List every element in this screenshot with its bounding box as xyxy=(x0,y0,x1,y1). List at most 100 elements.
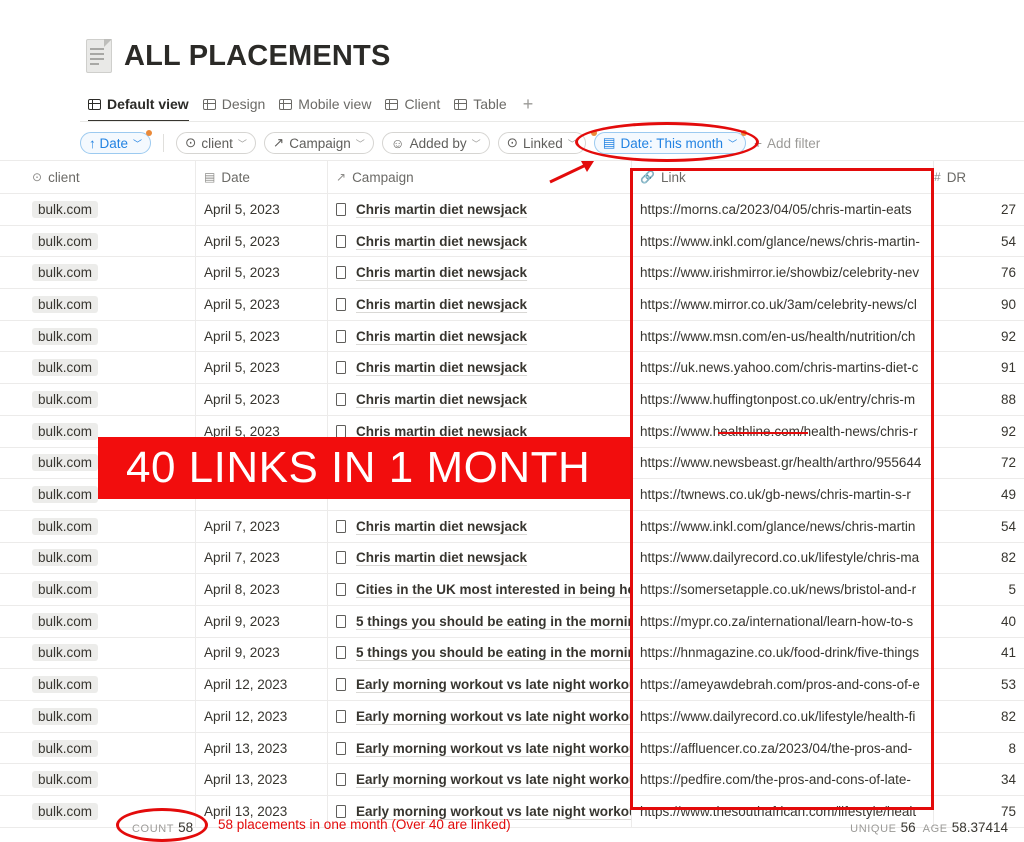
campaign-link[interactable]: Chris martin diet newsjack xyxy=(356,329,527,344)
tab-table[interactable]: Table xyxy=(454,91,507,117)
column-header-date[interactable]: ▤ Date xyxy=(196,161,328,193)
campaign-link[interactable]: 5 things you should be eating in the mor… xyxy=(356,645,631,660)
campaign-link[interactable]: 5 things you should be eating in the mor… xyxy=(356,614,631,629)
client-cell[interactable]: bulk.com xyxy=(0,764,196,796)
client-cell[interactable]: bulk.com xyxy=(0,384,196,415)
campaign-cell[interactable]: Early morning workout vs late night work… xyxy=(328,701,632,732)
client-cell[interactable]: bulk.com xyxy=(0,194,196,225)
client-cell[interactable]: bulk.com xyxy=(0,289,196,320)
date-cell[interactable]: April 5, 2023 xyxy=(196,257,328,289)
tab-design[interactable]: Design xyxy=(202,91,265,117)
campaign-link[interactable]: Chris martin diet newsjack xyxy=(356,234,527,249)
campaign-cell[interactable]: 5 things you should be eating in the mor… xyxy=(328,637,632,669)
date-cell[interactable]: April 12, 2023 xyxy=(196,701,328,732)
date-cell[interactable]: April 8, 2023 xyxy=(196,574,328,605)
date-cell[interactable]: April 5, 2023 xyxy=(196,384,328,415)
client-cell[interactable]: bulk.com xyxy=(0,669,196,700)
tab-client[interactable]: Client xyxy=(385,91,440,117)
campaign-link[interactable]: Chris martin diet newsjack xyxy=(356,202,527,217)
campaign-link[interactable]: Chris martin diet newsjack xyxy=(356,297,527,312)
campaign-cell[interactable]: Chris martin diet newsjack xyxy=(328,320,632,352)
tab-default-view[interactable]: Default view xyxy=(88,91,189,122)
dr-cell[interactable]: 53 xyxy=(934,669,1024,700)
column-header-dr[interactable]: # DR xyxy=(934,161,1024,193)
campaign-cell[interactable]: Chris martin diet newsjack xyxy=(328,384,632,415)
dr-cell[interactable]: 5 xyxy=(934,574,1024,605)
tab-mobile-view[interactable]: Mobile view xyxy=(279,91,371,117)
date-cell[interactable]: April 7, 2023 xyxy=(196,542,328,574)
campaign-link[interactable]: Early morning workout vs late night work… xyxy=(356,709,631,724)
client-cell[interactable]: bulk.com xyxy=(0,352,196,384)
dr-cell[interactable]: 88 xyxy=(934,384,1024,415)
dr-cell[interactable]: 34 xyxy=(934,764,1024,795)
date-cell[interactable]: April 13, 2023 xyxy=(196,764,328,796)
client-cell[interactable]: bulk.com xyxy=(0,257,196,289)
dr-cell[interactable]: 82 xyxy=(934,543,1024,574)
campaign-link[interactable]: Chris martin diet newsjack xyxy=(356,550,527,565)
dr-cell[interactable]: 92 xyxy=(934,321,1024,352)
client-cell[interactable]: bulk.com xyxy=(0,510,196,542)
campaign-link[interactable]: Early morning workout vs late night work… xyxy=(356,772,631,787)
dr-cell[interactable]: 41 xyxy=(934,638,1024,669)
date-cell[interactable]: April 13, 2023 xyxy=(196,732,328,764)
add-view-button[interactable]: + xyxy=(523,94,534,115)
client-cell[interactable]: bulk.com xyxy=(0,637,196,669)
date-cell[interactable]: April 9, 2023 xyxy=(196,637,328,669)
client-cell[interactable]: bulk.com xyxy=(0,701,196,732)
dr-cell[interactable]: 40 xyxy=(934,606,1024,637)
count-summary[interactable]: COUNT 58 xyxy=(132,820,193,835)
date-cell[interactable]: April 5, 2023 xyxy=(196,320,328,352)
campaign-cell[interactable]: Chris martin diet newsjack xyxy=(328,257,632,289)
filter-client-chip[interactable]: ⊙ client ﹀ xyxy=(176,132,256,154)
date-cell[interactable]: April 5, 2023 xyxy=(196,352,328,384)
column-header-client[interactable]: ⊙ client xyxy=(0,161,196,193)
dr-cell[interactable]: 54 xyxy=(934,226,1024,257)
client-cell[interactable]: bulk.com xyxy=(0,574,196,605)
dr-cell[interactable]: 90 xyxy=(934,289,1024,320)
client-cell[interactable]: bulk.com xyxy=(0,542,196,574)
campaign-cell[interactable]: Chris martin diet newsjack xyxy=(328,194,632,225)
campaign-cell[interactable]: Chris martin diet newsjack xyxy=(328,352,632,384)
campaign-cell[interactable]: Early morning workout vs late night work… xyxy=(328,764,632,796)
date-cell[interactable]: April 9, 2023 xyxy=(196,605,328,637)
campaign-cell[interactable]: Early morning workout vs late night work… xyxy=(328,732,632,764)
campaign-cell[interactable]: Chris martin diet newsjack xyxy=(328,289,632,320)
campaign-link[interactable]: Chris martin diet newsjack xyxy=(356,265,527,280)
campaign-cell[interactable]: Early morning workout vs late night work… xyxy=(328,669,632,700)
date-cell[interactable]: April 5, 2023 xyxy=(196,289,328,320)
campaign-cell[interactable]: Chris martin diet newsjack xyxy=(328,225,632,257)
filter-added-by-chip[interactable]: ☺ Added by ﹀ xyxy=(381,132,490,154)
campaign-cell[interactable]: 5 things you should be eating in the mor… xyxy=(328,605,632,637)
dr-cell[interactable]: 49 xyxy=(934,479,1024,510)
client-cell[interactable]: bulk.com xyxy=(0,605,196,637)
date-cell[interactable]: April 5, 2023 xyxy=(196,194,328,225)
dr-cell[interactable]: 54 xyxy=(934,511,1024,542)
filter-linked-chip[interactable]: ⊙ Linked ﹀ xyxy=(497,132,586,154)
dr-cell[interactable]: 92 xyxy=(934,416,1024,447)
date-cell[interactable]: April 7, 2023 xyxy=(196,510,328,542)
campaign-link[interactable]: Chris martin diet newsjack xyxy=(356,519,527,534)
date-cell[interactable]: April 12, 2023 xyxy=(196,669,328,700)
campaign-link[interactable]: Chris martin diet newsjack xyxy=(356,360,527,375)
dr-cell[interactable]: 8 xyxy=(934,733,1024,764)
campaign-link[interactable]: Cities in the UK most interested in bein… xyxy=(356,582,631,597)
campaign-cell[interactable]: Chris martin diet newsjack xyxy=(328,542,632,574)
add-filter-button[interactable]: + Add filter xyxy=(754,136,820,151)
dr-cell[interactable]: 72 xyxy=(934,448,1024,479)
dr-cell[interactable]: 91 xyxy=(934,352,1024,383)
page-title[interactable]: ALL PLACEMENTS xyxy=(124,40,391,73)
dr-cell[interactable]: 82 xyxy=(934,701,1024,732)
client-cell[interactable]: bulk.com xyxy=(0,225,196,257)
campaign-link[interactable]: Early morning workout vs late night work… xyxy=(356,741,631,756)
dr-cell[interactable]: 76 xyxy=(934,257,1024,288)
date-cell[interactable]: April 5, 2023 xyxy=(196,225,328,257)
unique-age-summary[interactable]: UNIQUE 56 AGE 58.37414 xyxy=(850,820,1012,835)
campaign-cell[interactable]: Chris martin diet newsjack xyxy=(328,510,632,542)
campaign-link[interactable]: Early morning workout vs late night work… xyxy=(356,677,631,692)
client-cell[interactable]: bulk.com xyxy=(0,732,196,764)
dr-cell[interactable]: 27 xyxy=(934,194,1024,225)
client-cell[interactable]: bulk.com xyxy=(0,320,196,352)
filter-campaign-chip[interactable]: ↗ Campaign ﹀ xyxy=(263,132,374,154)
sort-date-chip[interactable]: ↑ Date ﹀ xyxy=(80,130,153,154)
campaign-link[interactable]: Chris martin diet newsjack xyxy=(356,392,527,407)
